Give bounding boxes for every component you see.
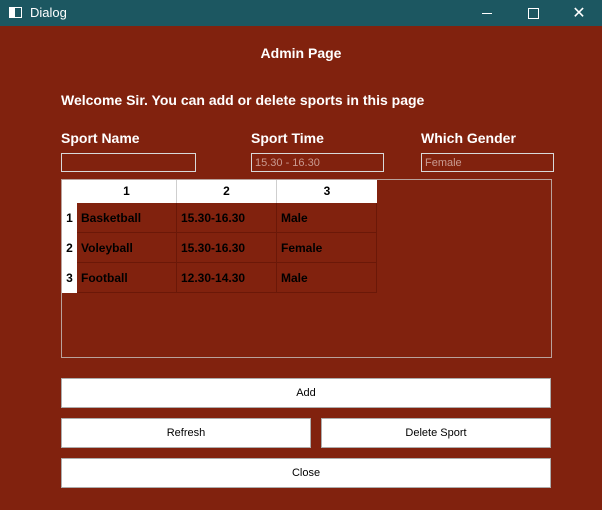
maximize-icon bbox=[527, 7, 539, 19]
row-header[interactable]: 3 bbox=[62, 263, 77, 293]
column-header[interactable]: 1 bbox=[77, 180, 177, 203]
row-header[interactable]: 1 bbox=[62, 203, 77, 233]
welcome-text: Welcome Sir. You can add or delete sport… bbox=[61, 92, 425, 108]
table-cell[interactable]: Football bbox=[77, 263, 177, 293]
sport-name-label: Sport Name bbox=[61, 130, 140, 146]
minimize-icon bbox=[482, 12, 492, 14]
column-header[interactable]: 3 bbox=[277, 180, 377, 203]
sport-name-input[interactable] bbox=[61, 153, 196, 172]
sports-table[interactable]: 1 2 3 1 Basketball 15.30-16.30 Male 2 Vo… bbox=[61, 179, 552, 358]
row-header[interactable]: 2 bbox=[62, 233, 77, 263]
maximize-button[interactable] bbox=[510, 0, 556, 26]
close-button[interactable]: Close bbox=[61, 458, 551, 488]
minimize-button[interactable] bbox=[464, 0, 510, 26]
table-cell[interactable]: Female bbox=[277, 233, 377, 263]
add-button[interactable]: Add bbox=[61, 378, 551, 408]
app-window-icon bbox=[9, 7, 22, 18]
delete-sport-button[interactable]: Delete Sport bbox=[321, 418, 551, 448]
page-title: Admin Page bbox=[260, 45, 342, 61]
refresh-button[interactable]: Refresh bbox=[61, 418, 311, 448]
window-title: Dialog bbox=[30, 5, 67, 20]
close-window-button[interactable]: ✕ bbox=[556, 0, 602, 26]
sport-time-input[interactable] bbox=[251, 153, 384, 172]
table-cell[interactable]: 12.30-14.30 bbox=[177, 263, 277, 293]
table-cell[interactable]: 15.30-16.30 bbox=[177, 203, 277, 233]
close-icon: ✕ bbox=[572, 3, 586, 22]
table-corner[interactable] bbox=[62, 180, 77, 203]
column-header[interactable]: 2 bbox=[177, 180, 277, 203]
table-cell[interactable]: Male bbox=[277, 203, 377, 233]
table-cell[interactable]: Male bbox=[277, 263, 377, 293]
table-cell[interactable]: Voleyball bbox=[77, 233, 177, 263]
title-bar: Dialog ✕ bbox=[0, 0, 602, 26]
sport-time-label: Sport Time bbox=[251, 130, 324, 146]
gender-input[interactable] bbox=[421, 153, 554, 172]
gender-label: Which Gender bbox=[421, 130, 516, 146]
table-cell[interactable]: Basketball bbox=[77, 203, 177, 233]
table-cell[interactable]: 15.30-16.30 bbox=[177, 233, 277, 263]
